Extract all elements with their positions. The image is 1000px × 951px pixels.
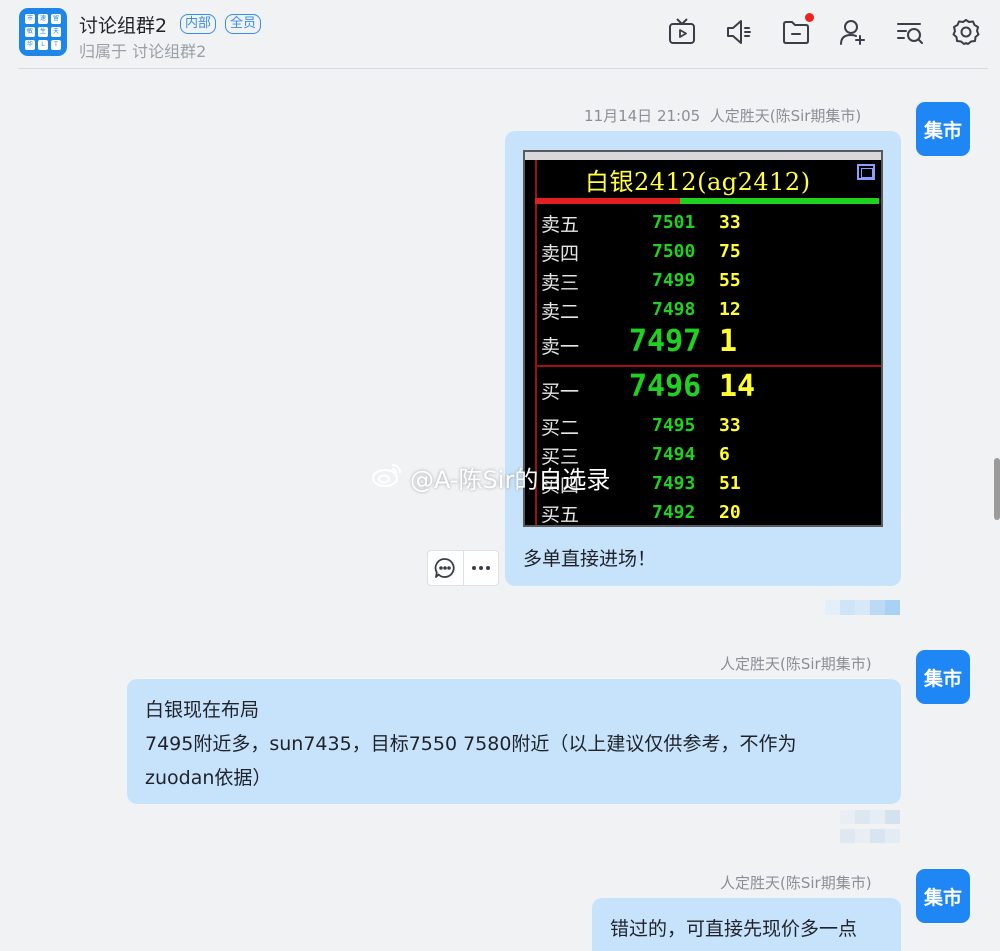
tv-icon[interactable]	[667, 17, 697, 47]
ask-row: 卖一 7497 1	[525, 324, 881, 364]
chat-header: 市 速 留 敏 生 天 华 L T 讨论组群2 内部 全员 归属于 讨论组群2	[0, 0, 1000, 70]
row-label: 买二	[541, 417, 580, 439]
sender-name[interactable]: 人定胜天(陈Sir期集市)	[720, 655, 872, 673]
ask-row: 卖五 7501 33	[525, 208, 881, 236]
bid-row: 买一 7496 14	[525, 369, 881, 409]
message-meta: 11月14日 21:05 人定胜天(陈Sir期集市)	[584, 105, 861, 126]
bid-row: 买五 7492 20	[525, 498, 881, 526]
message-text: 错过的，可直接先现价多一点	[610, 918, 858, 940]
logo-cell: L	[38, 40, 48, 50]
row-price: 7501	[652, 212, 696, 233]
sender-avatar[interactable]: 集市	[916, 650, 970, 704]
ask-row: 卖三 7499 55	[525, 266, 881, 294]
window-box-icon	[857, 164, 875, 180]
header-divider	[18, 68, 988, 69]
message-text-line: zuodan依据）	[145, 767, 272, 789]
row-volume: 33	[719, 415, 741, 436]
row-label: 卖五	[541, 214, 580, 236]
message-action-bar	[427, 550, 499, 586]
row-label: 卖三	[541, 272, 580, 294]
row-volume: 14	[719, 369, 756, 404]
row-price: 7496	[629, 369, 702, 404]
row-price: 7497	[629, 324, 702, 359]
add-user-icon[interactable]	[838, 17, 868, 47]
row-volume: 6	[719, 444, 730, 465]
notification-dot	[805, 13, 814, 22]
message-text-line: 7495附近多，sun7435，目标7550 7580附近（以上建议仅供参考，不…	[145, 733, 797, 755]
row-volume: 1	[719, 324, 738, 359]
message-meta: 人定胜天(陈Sir期集市)	[720, 653, 872, 674]
quote-title: 白银2412(ag2412)	[585, 168, 811, 196]
sender-avatar[interactable]: 集市	[916, 869, 970, 923]
row-price: 7494	[652, 444, 696, 465]
logo-cell: T	[51, 40, 61, 50]
read-receipt-indicator[interactable]	[840, 810, 900, 843]
row-price: 7495	[652, 415, 696, 436]
message-bubble[interactable]: 白银现在布局 7495附近多，sun7435，目标7550 7580附近（以上建…	[127, 679, 901, 804]
weibo-icon	[370, 461, 404, 495]
read-receipt-indicator[interactable]	[825, 600, 900, 615]
logo-cell: 天	[51, 27, 61, 37]
search-list-icon[interactable]	[895, 17, 925, 47]
sender-name[interactable]: 人定胜天(陈Sir期集市)	[710, 107, 862, 125]
ask-bid-separator	[535, 365, 881, 367]
row-price: 7492	[652, 502, 696, 523]
ask-ratio-bar	[535, 198, 680, 204]
message-text-line: 白银现在布局	[145, 699, 260, 721]
bid-row: 买二 7495 33	[525, 411, 881, 439]
row-label: 买五	[541, 504, 580, 526]
row-price: 7498	[652, 299, 696, 320]
more-options-icon[interactable]	[462, 551, 498, 585]
logo-cell: 留	[51, 14, 61, 24]
bid-ratio-bar	[680, 198, 879, 204]
logo-cell: 华	[25, 40, 35, 50]
message-bubble[interactable]: 错过的，可直接先现价多一点	[592, 898, 901, 951]
logo-cell: 敏	[25, 27, 35, 37]
group-title[interactable]: 讨论组群2	[79, 11, 167, 38]
image-watermark: @A-陈Sir的自选录	[370, 460, 610, 495]
all-members-badge: 全员	[225, 14, 262, 34]
scrollbar-thumb[interactable]	[994, 458, 1000, 520]
row-price: 7493	[652, 473, 696, 494]
row-label: 卖四	[541, 243, 580, 265]
quote-topbar	[525, 152, 881, 160]
logo-cell: 速	[38, 14, 48, 24]
row-volume: 20	[719, 502, 741, 523]
group-avatar[interactable]: 市 速 留 敏 生 天 华 L T	[19, 8, 67, 56]
row-volume: 55	[719, 270, 741, 291]
row-label: 卖二	[541, 301, 580, 323]
row-price: 7500	[652, 241, 696, 262]
speaker-icon[interactable]	[724, 17, 754, 47]
ask-row: 卖四 7500 75	[525, 237, 881, 265]
internal-badge: 内部	[180, 14, 217, 34]
sender-name[interactable]: 人定胜天(陈Sir期集市)	[720, 874, 872, 892]
row-label: 买一	[541, 381, 580, 403]
row-label: 卖一	[541, 336, 580, 358]
row-volume: 75	[719, 241, 741, 262]
row-volume: 33	[719, 212, 741, 233]
group-subtitle: 归属于 讨论组群2	[79, 42, 207, 61]
settings-icon[interactable]	[951, 17, 981, 47]
logo-cell: 市	[25, 14, 35, 24]
logo-cell: 生	[38, 27, 48, 37]
row-volume: 51	[719, 473, 741, 494]
row-volume: 12	[719, 299, 741, 320]
watermark-text: @A-陈Sir的自选录	[410, 466, 611, 494]
message-time: 11月14日 21:05	[584, 107, 701, 125]
sender-avatar[interactable]: 集市	[916, 102, 970, 156]
ask-row: 卖二 7498 12	[525, 295, 881, 323]
row-price: 7499	[652, 270, 696, 291]
message-text: 多单直接进场！	[523, 548, 657, 570]
reply-comment-icon[interactable]	[428, 551, 463, 585]
message-meta: 人定胜天(陈Sir期集市)	[720, 872, 872, 893]
